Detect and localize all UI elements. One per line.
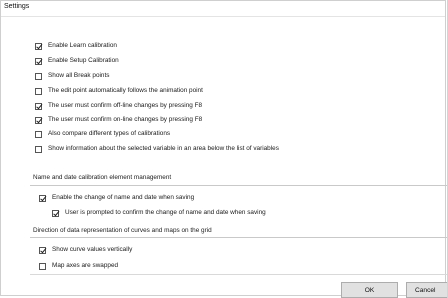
option-label: Show all Break points [48,72,110,79]
checkbox[interactable] [35,116,42,124]
option-label: The user must confirm off-line changes b… [48,102,203,109]
option-show-variable-info[interactable]: Show information about the selected vari… [35,144,279,154]
direction-group-title: Direction of data representation of curv… [33,227,212,234]
option-map-axes-swapped[interactable]: Map axes are swapped [39,261,118,271]
checkbox[interactable] [35,42,42,50]
name-date-group-title: Name and date calibration element manage… [33,174,172,181]
checkbox[interactable] [35,102,42,110]
option-label: Enable Learn calibration [48,42,117,49]
title-divider [1,16,445,17]
option-label: Show curve values vertically [52,246,133,253]
footer-divider [30,274,447,275]
checkbox[interactable] [35,130,42,138]
option-edit-point-follows-animation[interactable]: The edit point automatically follows the… [35,86,203,96]
checkbox[interactable] [39,262,46,270]
option-label: Show information about the selected vari… [48,145,279,152]
checkbox[interactable] [35,145,42,153]
option-prompt-name-date-change[interactable]: User is prompted to confirm the change o… [52,208,266,218]
option-enable-setup-calibration[interactable]: Enable Setup Calibration [35,56,119,66]
checkbox[interactable] [52,209,59,217]
option-label: Map axes are swapped [52,262,119,269]
option-confirm-offline-changes[interactable]: The user must confirm off-line changes b… [35,101,202,111]
direction-group-divider [30,237,447,238]
checkbox[interactable] [35,72,42,80]
option-label: Enable Setup Calibration [48,57,119,64]
checkbox[interactable] [35,57,42,65]
settings-dialog: Settings Enable Learn calibration Enable… [0,0,447,298]
option-enable-name-date-change[interactable]: Enable the change of name and date when … [39,193,194,203]
checkbox[interactable] [35,87,42,95]
option-label: The user must confirm on-line changes by… [48,116,203,123]
option-label: Also compare different types of calibrat… [48,130,171,137]
ok-button[interactable]: OK [341,282,398,298]
option-confirm-online-changes[interactable]: The user must confirm on-line changes by… [35,115,202,125]
option-label: Enable the change of name and date when … [52,194,195,201]
option-label: The edit point automatically follows the… [48,87,203,94]
checkbox[interactable] [39,246,46,254]
dialog-title: Settings [4,3,30,10]
checkbox[interactable] [39,194,46,202]
cancel-button[interactable]: Cancel [406,282,447,298]
option-label: User is prompted to confirm the change o… [65,209,266,216]
option-show-all-break-points[interactable]: Show all Break points [35,71,109,81]
option-compare-calibration-types[interactable]: Also compare different types of calibrat… [35,129,170,139]
name-date-group-divider [30,185,447,186]
option-show-curve-vertically[interactable]: Show curve values vertically [39,245,132,255]
option-enable-learn-calibration[interactable]: Enable Learn calibration [35,41,117,51]
